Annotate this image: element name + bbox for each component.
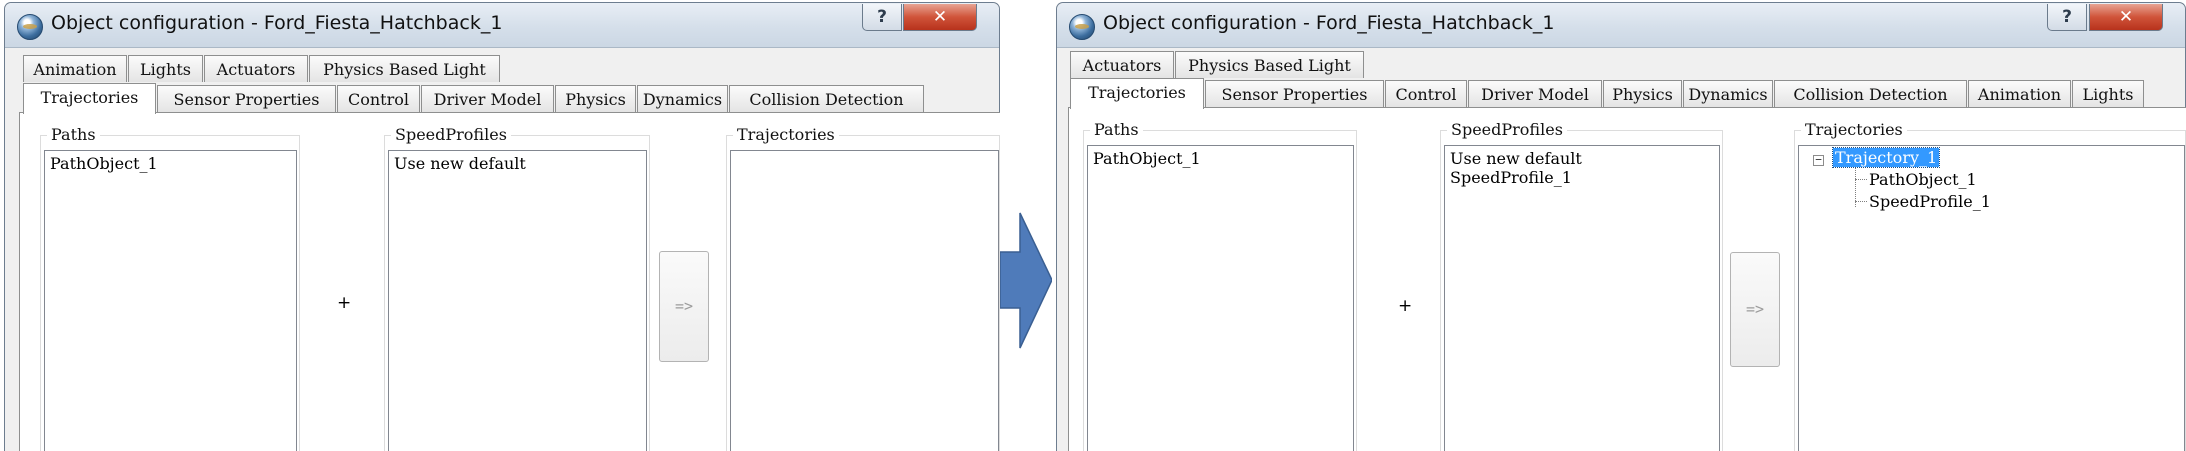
- list-item[interactable]: SpeedProfile_1: [1450, 168, 1572, 187]
- tab-driver-model[interactable]: Driver Model: [1468, 80, 1602, 107]
- tab-sensor-properties[interactable]: Sensor Properties: [157, 85, 336, 112]
- speedprofiles-list[interactable]: Use new default: [388, 150, 647, 451]
- tab-driver-model[interactable]: Driver Model: [421, 85, 554, 112]
- tab-physics-based-light[interactable]: Physics Based Light: [1175, 51, 1364, 78]
- tree-node-path[interactable]: PathObject_1: [1869, 170, 1977, 189]
- paths-group: Paths PathObject_1: [40, 125, 300, 451]
- help-button[interactable]: ?: [862, 4, 902, 31]
- speedprofiles-list[interactable]: Use new default SpeedProfile_1: [1444, 145, 1720, 451]
- tab-trajectories[interactable]: Trajectories: [1070, 78, 1204, 109]
- tab-collision-detection[interactable]: Collision Detection: [1774, 80, 1967, 107]
- tree-connector: [1855, 179, 1867, 180]
- tab-animation[interactable]: Animation: [1968, 80, 2071, 107]
- tab-physics[interactable]: Physics: [1603, 80, 1682, 107]
- tab-collision-detection[interactable]: Collision Detection: [729, 85, 924, 112]
- list-item[interactable]: Use new default: [1450, 149, 1582, 168]
- trajectories-tab-page: Paths PathObject_1 + SpeedProfiles Use n…: [19, 112, 1000, 451]
- tab-dynamics[interactable]: Dynamics: [637, 85, 728, 112]
- app-globe-icon: [1069, 14, 1095, 40]
- title-bar[interactable]: Object configuration - Ford_Fiesta_Hatch…: [5, 3, 999, 48]
- trajectories-tree[interactable]: − Trajectory_1 PathObject_1 SpeedProfile…: [1798, 145, 2185, 451]
- window-title: Object configuration - Ford_Fiesta_Hatch…: [51, 12, 503, 34]
- plus-label: +: [1398, 296, 1413, 316]
- list-item[interactable]: PathObject_1: [50, 154, 158, 173]
- paths-label: Paths: [1090, 120, 1143, 139]
- tab-control[interactable]: Control: [337, 85, 420, 112]
- paths-label: Paths: [47, 125, 100, 144]
- paths-list[interactable]: PathObject_1: [1087, 145, 1354, 451]
- tab-physics-based-light[interactable]: Physics Based Light: [309, 55, 500, 82]
- trajectories-tree[interactable]: [730, 150, 999, 451]
- tab-control[interactable]: Control: [1385, 80, 1467, 107]
- paths-list[interactable]: PathObject_1: [44, 150, 297, 451]
- close-button[interactable]: ✕: [903, 4, 977, 31]
- paths-group: Paths PathObject_1: [1083, 120, 1357, 451]
- trajectories-group: Trajectories: [726, 125, 1000, 451]
- dialog-before: Object configuration - Ford_Fiesta_Hatch…: [0, 0, 1000, 451]
- tab-physics[interactable]: Physics: [555, 85, 636, 112]
- tree-node-trajectory[interactable]: Trajectory_1: [1831, 147, 1941, 168]
- tree-connector: [1855, 201, 1867, 202]
- trajectories-tab-page: Paths PathObject_1 + SpeedProfiles Use n…: [1068, 107, 2186, 451]
- assign-trajectory-button[interactable]: =>: [1730, 252, 1780, 367]
- tab-actuators[interactable]: Actuators: [1070, 51, 1174, 78]
- help-button[interactable]: ?: [2047, 4, 2087, 31]
- collapse-toggle-icon[interactable]: −: [1813, 154, 1824, 166]
- speedprofiles-label: SpeedProfiles: [391, 125, 511, 144]
- tab-trajectories[interactable]: Trajectories: [23, 83, 156, 114]
- list-item[interactable]: PathObject_1: [1093, 149, 1201, 168]
- trajectories-group: Trajectories − Trajectory_1 PathObject_1…: [1794, 120, 2186, 451]
- tab-lights[interactable]: Lights: [128, 55, 203, 82]
- assign-trajectory-button[interactable]: =>: [659, 251, 709, 362]
- speedprofiles-label: SpeedProfiles: [1447, 120, 1567, 139]
- arrow-shape: [1000, 212, 1052, 349]
- plus-label: +: [337, 293, 352, 313]
- transition-arrow-icon: [1000, 212, 1052, 349]
- object-configuration-window: Object configuration - Ford_Fiesta_Hatch…: [4, 2, 1000, 451]
- tab-animation[interactable]: Animation: [23, 55, 127, 82]
- close-button[interactable]: ✕: [2089, 4, 2163, 31]
- trajectories-label: Trajectories: [733, 125, 839, 144]
- tab-sensor-properties[interactable]: Sensor Properties: [1205, 80, 1384, 107]
- speedprofiles-group: SpeedProfiles Use new default: [384, 125, 650, 451]
- object-configuration-window: Object configuration - Ford_Fiesta_Hatch…: [1056, 2, 2186, 451]
- tree-node-speedprofile[interactable]: SpeedProfile_1: [1869, 192, 1991, 211]
- window-title: Object configuration - Ford_Fiesta_Hatch…: [1103, 12, 1555, 34]
- speedprofiles-group: SpeedProfiles Use new default SpeedProfi…: [1440, 120, 1723, 451]
- title-bar[interactable]: Object configuration - Ford_Fiesta_Hatch…: [1057, 3, 2185, 48]
- tab-lights[interactable]: Lights: [2072, 80, 2144, 107]
- list-item[interactable]: Use new default: [394, 154, 526, 173]
- dialog-after: Object configuration - Ford_Fiesta_Hatch…: [1052, 0, 2186, 451]
- tab-dynamics[interactable]: Dynamics: [1683, 80, 1773, 107]
- app-globe-icon: [17, 14, 43, 40]
- tab-actuators[interactable]: Actuators: [204, 55, 308, 82]
- trajectories-label: Trajectories: [1801, 120, 1907, 139]
